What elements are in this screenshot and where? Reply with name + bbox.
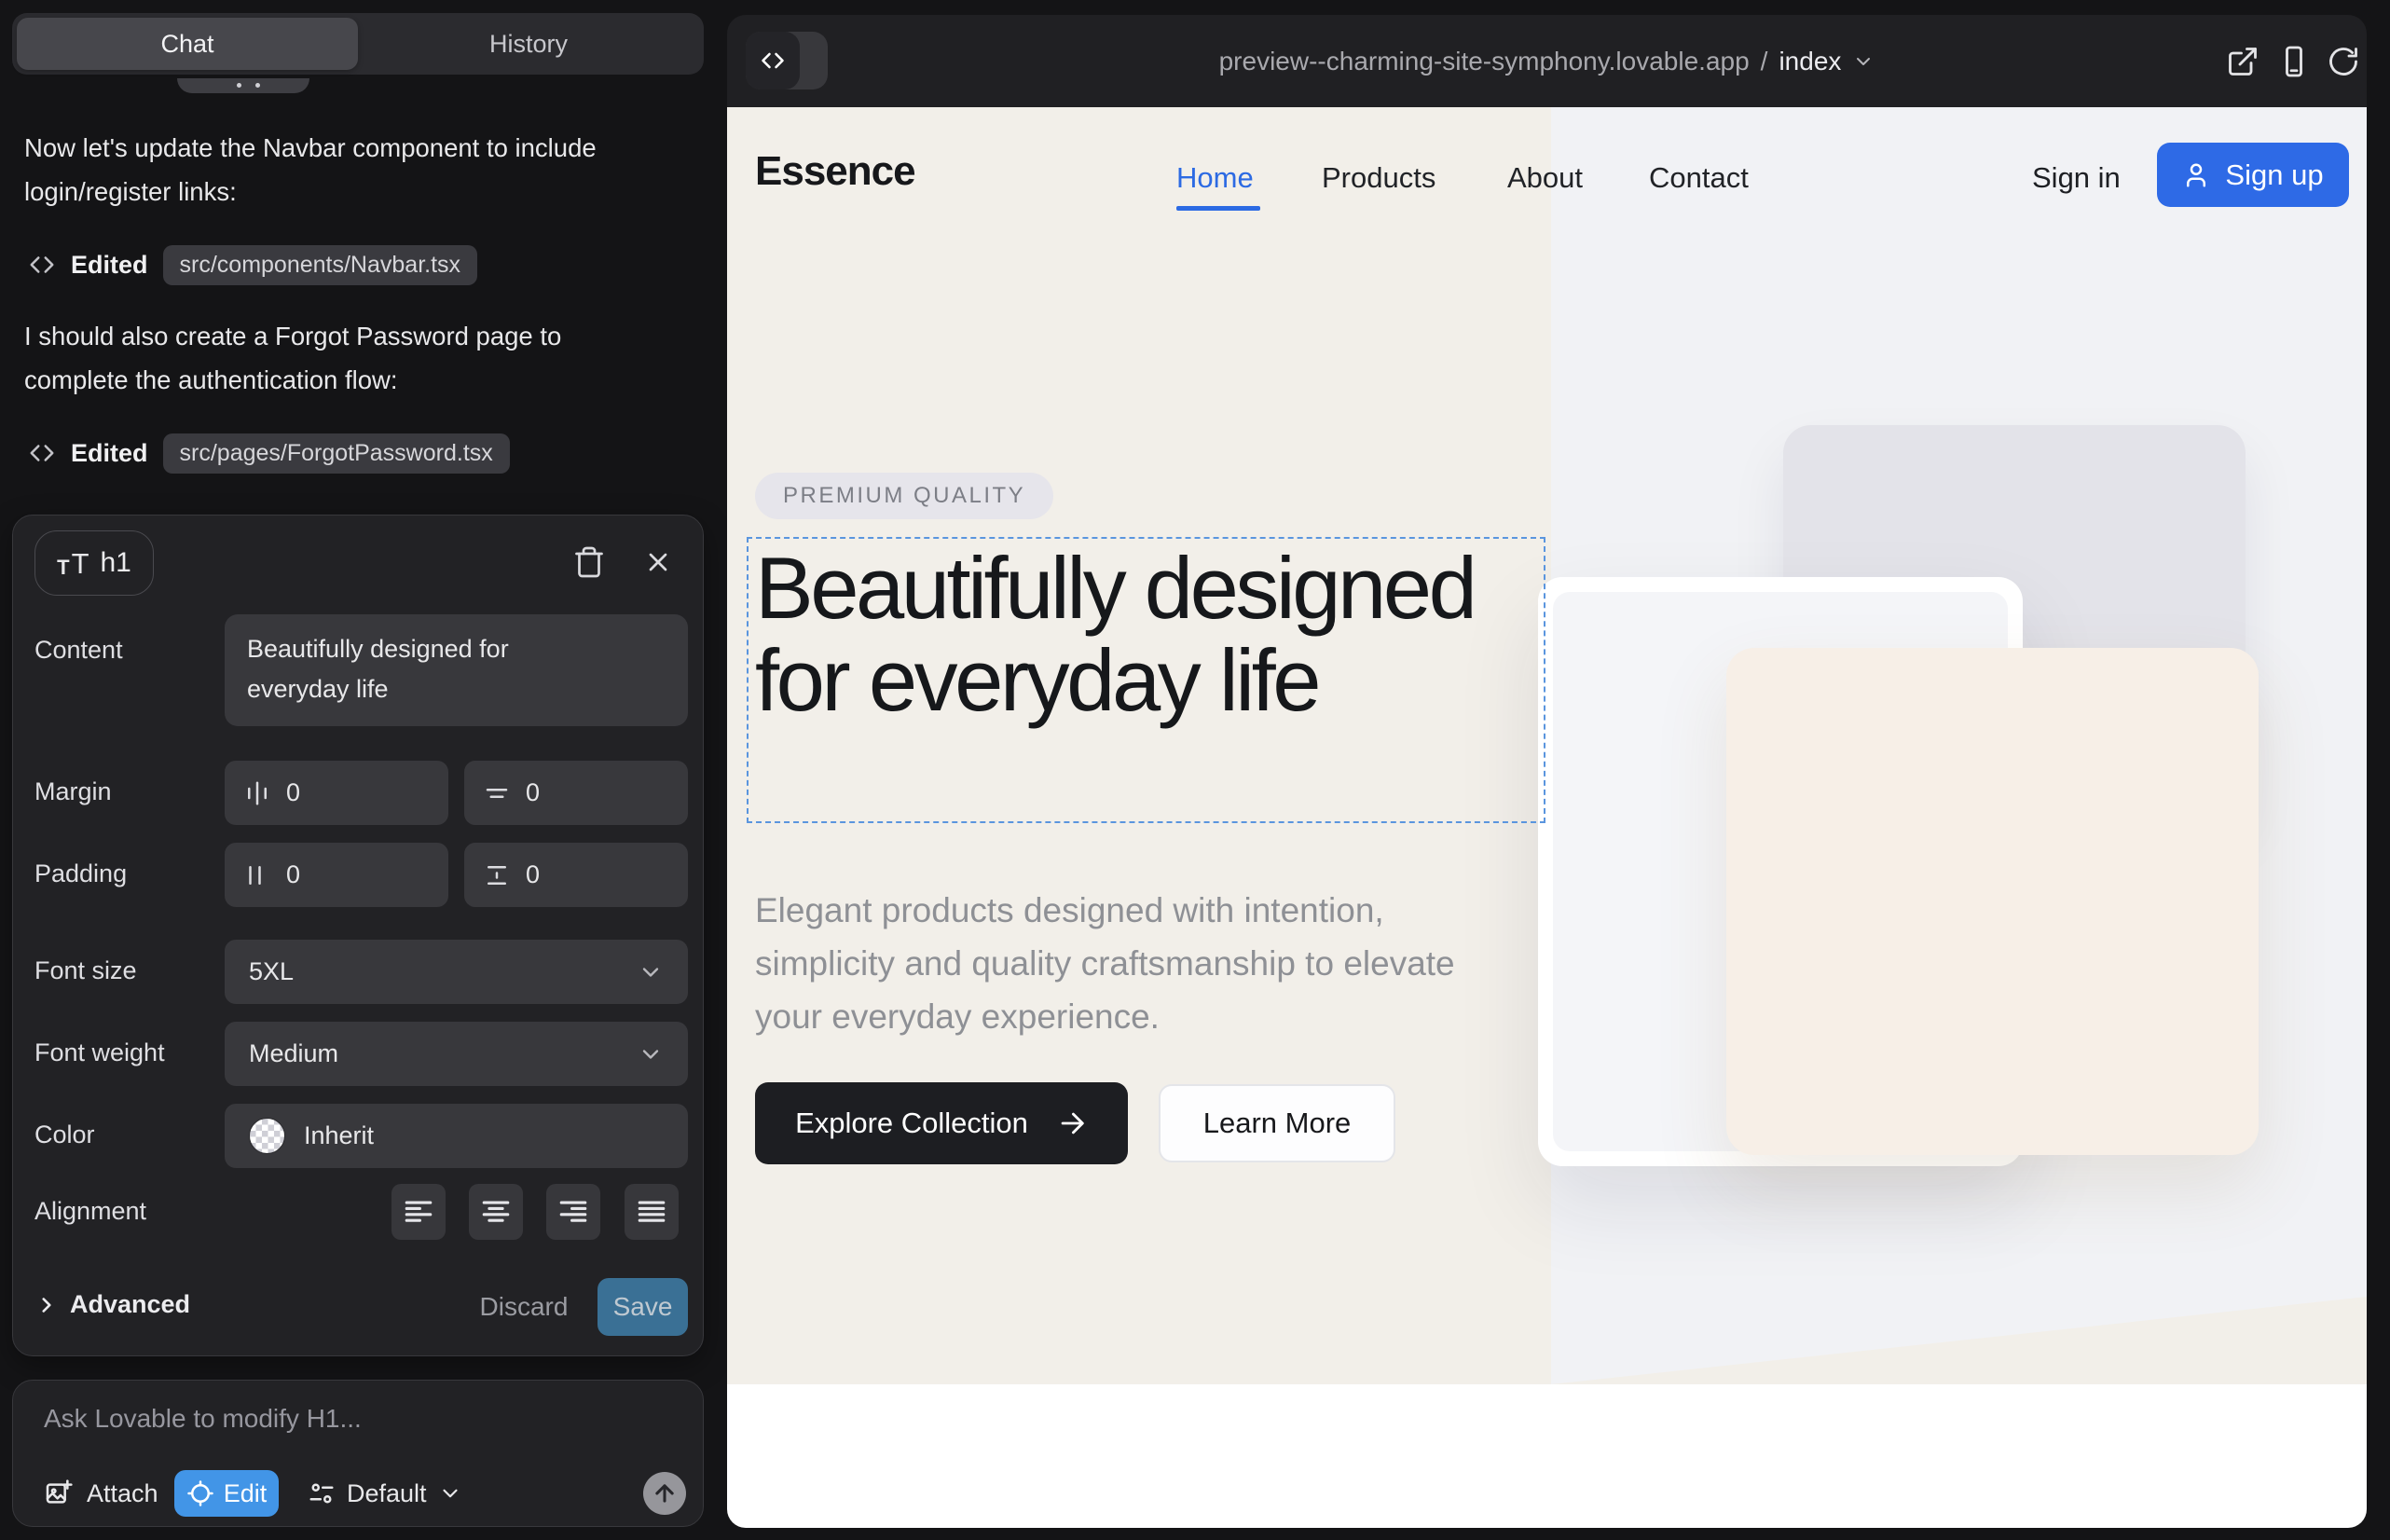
padding-horizontal-icon	[243, 861, 271, 889]
arrow-right-icon	[1056, 1107, 1088, 1139]
chevron-down-icon	[638, 959, 664, 985]
chevron-right-icon	[34, 1293, 59, 1317]
align-center-button[interactable]	[469, 1184, 523, 1240]
padding-horizontal-input[interactable]: 0	[225, 843, 448, 907]
margin-vertical-icon	[483, 779, 511, 807]
font-weight-label: Font weight	[34, 1038, 165, 1067]
align-center-icon	[480, 1196, 512, 1228]
sliders-icon	[308, 1479, 336, 1507]
site-logo[interactable]: Essence	[755, 148, 915, 195]
url-page: index	[1779, 47, 1841, 76]
preview-browser-panel: preview--charming-site-symphony.lovable.…	[727, 15, 2367, 1528]
explore-collection-button[interactable]: Explore Collection	[755, 1082, 1128, 1164]
send-button[interactable]	[643, 1472, 686, 1515]
nav-link-about[interactable]: About	[1507, 161, 1583, 195]
edited-label: Edited	[71, 439, 148, 468]
align-justify-button[interactable]	[625, 1184, 679, 1240]
save-button[interactable]: Save	[598, 1278, 688, 1336]
margin-horizontal-input[interactable]: 0	[225, 761, 448, 825]
decor-card-cream	[1726, 648, 2259, 1155]
model-default-dropdown[interactable]: Default	[308, 1470, 462, 1517]
edited-file-row: Edited src/components/Navbar.tsx	[28, 242, 477, 287]
close-icon	[643, 547, 673, 577]
selected-element-pill[interactable]: TT h1	[34, 530, 154, 596]
chat-history-tabbar: Chat History	[12, 13, 704, 75]
dot	[255, 83, 260, 88]
padding-vertical-input[interactable]: 0	[464, 843, 688, 907]
scrolled-chip-partial	[177, 78, 309, 93]
chevron-down-icon	[638, 1041, 664, 1067]
align-left-button[interactable]	[391, 1184, 446, 1240]
url-bar[interactable]: preview--charming-site-symphony.lovable.…	[727, 15, 2367, 107]
alignment-label: Alignment	[34, 1197, 146, 1226]
edit-mode-button[interactable]: Edit	[174, 1470, 279, 1517]
assistant-message: I should also create a Forgot Password p…	[24, 314, 607, 402]
composer-input[interactable]: Ask Lovable to modify H1...	[44, 1404, 362, 1434]
image-plus-icon	[44, 1478, 74, 1508]
font-size-label: Font size	[34, 956, 137, 985]
external-link-icon	[2226, 45, 2260, 78]
font-size-select[interactable]: 5XL	[225, 940, 688, 1004]
close-inspector-button[interactable]	[636, 540, 680, 584]
align-left-icon	[403, 1196, 434, 1228]
lovable-app-window: Chat History Now let's update the Navbar…	[0, 0, 2390, 1540]
sign-up-button[interactable]: Sign up	[2157, 143, 2349, 207]
chevron-down-icon	[1852, 50, 1875, 73]
color-swatch	[249, 1118, 285, 1154]
trash-icon	[572, 545, 606, 579]
discard-button[interactable]: Discard	[477, 1292, 570, 1322]
refresh-icon	[2327, 45, 2360, 78]
nav-link-contact[interactable]: Contact	[1649, 161, 1749, 195]
smartphone-icon	[2277, 45, 2311, 78]
user-icon	[2182, 161, 2210, 189]
delete-element-button[interactable]	[567, 540, 611, 584]
url-separator: /	[1761, 47, 1768, 76]
arrow-up-icon	[652, 1480, 678, 1506]
content-input[interactable]: Beautifully designed for everyday life	[225, 614, 688, 726]
align-right-button[interactable]	[546, 1184, 600, 1240]
assistant-message: Now let's update the Navbar component to…	[24, 126, 607, 213]
margin-horizontal-icon	[243, 779, 271, 807]
url-domain: preview--charming-site-symphony.lovable.…	[1219, 47, 1750, 76]
premium-quality-badge: PREMIUM QUALITY	[755, 473, 1053, 519]
nav-link-home[interactable]: Home	[1176, 161, 1254, 195]
nav-active-underline	[1176, 206, 1260, 211]
nav-link-products[interactable]: Products	[1322, 161, 1435, 195]
code-icon	[28, 439, 56, 467]
align-right-icon	[557, 1196, 589, 1228]
tab-history[interactable]: History	[358, 18, 699, 70]
chat-composer: Ask Lovable to modify H1... Attach Edit …	[12, 1380, 704, 1527]
padding-label: Padding	[34, 859, 127, 888]
hero-heading[interactable]: Beautifully designed for everyday life	[755, 542, 1482, 726]
advanced-toggle[interactable]: Advanced	[34, 1290, 190, 1319]
file-chip[interactable]: src/pages/ForgotPassword.tsx	[163, 433, 510, 474]
element-tag: h1	[101, 547, 131, 579]
site-viewport: Essence Home Products About Contact Sign…	[727, 107, 2367, 1528]
hero-description: Elegant products designed with intention…	[755, 884, 1501, 1043]
chevron-down-icon	[438, 1481, 462, 1506]
color-select[interactable]: Inherit	[225, 1104, 688, 1168]
learn-more-button[interactable]: Learn More	[1159, 1084, 1395, 1162]
tab-chat[interactable]: Chat	[17, 18, 358, 70]
color-label: Color	[34, 1121, 95, 1149]
font-weight-select[interactable]: Medium	[225, 1022, 688, 1086]
crosshair-icon	[186, 1479, 214, 1507]
code-icon	[28, 251, 56, 279]
mobile-view-button[interactable]	[2277, 45, 2311, 78]
file-chip[interactable]: src/components/Navbar.tsx	[163, 245, 478, 285]
attach-button[interactable]: Attach	[44, 1470, 158, 1517]
sign-in-link[interactable]: Sign in	[2032, 161, 2121, 195]
type-icon: TT	[57, 549, 89, 578]
margin-vertical-input[interactable]: 0	[464, 761, 688, 825]
open-external-button[interactable]	[2226, 45, 2260, 78]
refresh-button[interactable]	[2327, 45, 2360, 78]
content-label: Content	[34, 636, 123, 665]
dot	[237, 83, 241, 88]
element-inspector-panel: TT h1 Content Beautifully designed for e…	[12, 515, 704, 1356]
align-justify-icon	[636, 1196, 667, 1228]
edited-label: Edited	[71, 251, 148, 280]
margin-label: Margin	[34, 777, 112, 806]
padding-vertical-icon	[483, 861, 511, 889]
edited-file-row: Edited src/pages/ForgotPassword.tsx	[28, 431, 510, 475]
